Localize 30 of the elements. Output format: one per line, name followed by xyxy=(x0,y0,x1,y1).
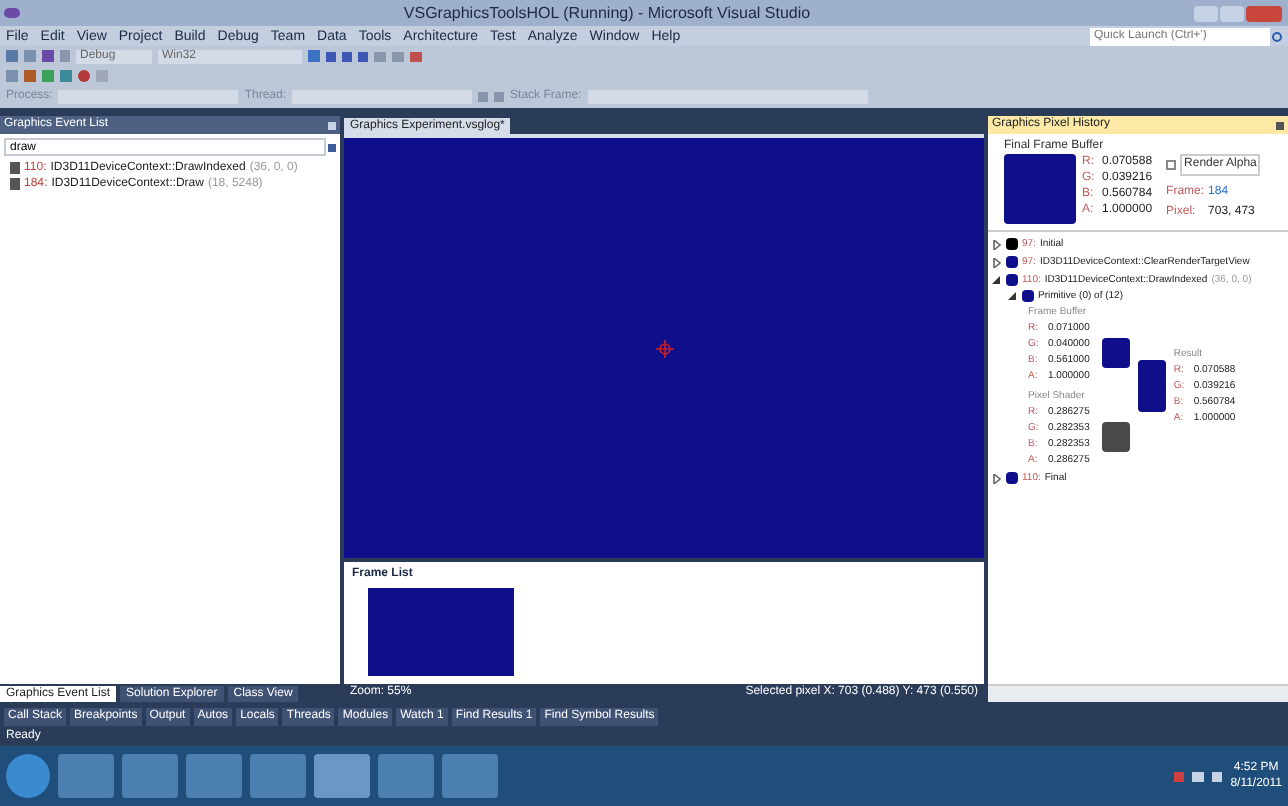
stack-frame-dropdown[interactable] xyxy=(587,90,868,104)
expand-arrow-icon[interactable] xyxy=(992,473,1002,483)
thread-dropdown[interactable] xyxy=(292,90,473,104)
start-button[interactable] xyxy=(6,754,50,798)
close-icon xyxy=(328,121,336,129)
clear-icon xyxy=(328,143,336,151)
window-title: VSGraphicsToolsHOL (Running) - Microsoft Visual Studio xyxy=(401,1,813,25)
search-icon xyxy=(1272,31,1282,41)
taskbar-app-icon[interactable] xyxy=(186,754,242,798)
taskbar-app-icon[interactable] xyxy=(314,754,370,798)
process-dropdown[interactable] xyxy=(58,90,239,104)
render-alpha-checkbox[interactable] xyxy=(1166,160,1177,170)
taskbar-app-icon[interactable] xyxy=(58,754,114,798)
close-icon xyxy=(1276,121,1284,129)
taskbar-app-icon[interactable] xyxy=(250,754,306,798)
maximize-button[interactable] xyxy=(1220,5,1244,21)
minimize-button[interactable] xyxy=(1194,5,1218,21)
collapse-arrow-icon[interactable] xyxy=(1008,291,1018,301)
horizontal-scrollbar[interactable] xyxy=(988,684,1288,702)
taskbar-app-icon[interactable] xyxy=(378,754,434,798)
collapse-arrow-icon[interactable] xyxy=(992,275,1002,285)
close-button[interactable] xyxy=(1246,5,1282,21)
crosshair-icon xyxy=(655,339,673,357)
expand-arrow-icon[interactable] xyxy=(992,257,1002,267)
app-icon xyxy=(4,8,20,18)
expand-arrow-icon[interactable] xyxy=(992,239,1002,249)
taskbar-app-icon[interactable] xyxy=(122,754,178,798)
frame-thumbnail[interactable] xyxy=(368,588,514,676)
taskbar-app-icon[interactable] xyxy=(442,754,498,798)
color-swatch xyxy=(1004,154,1076,224)
